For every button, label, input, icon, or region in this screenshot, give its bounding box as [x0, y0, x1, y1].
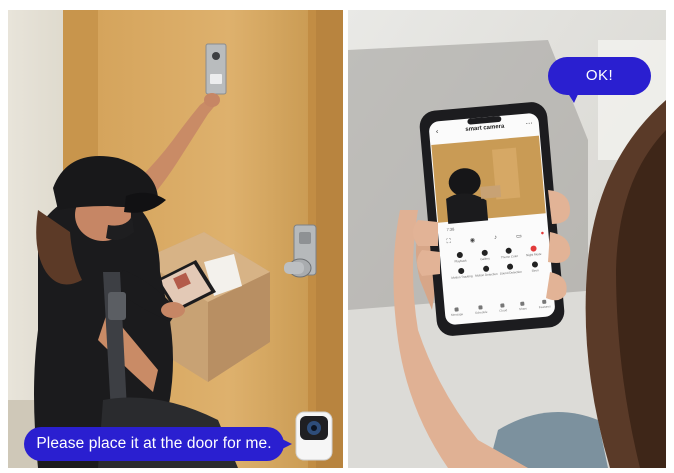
motion-icon — [458, 267, 465, 275]
camera-app-ui: ‹ smart camera ⋯ 7:38 ⛶ ◉ ♪ ▭ ● Playback… — [432, 117, 553, 325]
tab-features[interactable]: Features — [538, 299, 551, 309]
courier-scene — [8, 10, 343, 468]
tab-schedule[interactable]: Schedule — [474, 305, 488, 315]
feature-sound-detection[interactable]: Sound Detection — [498, 263, 523, 276]
resident-bubble-tail — [566, 90, 580, 103]
feed-controls: ⛶ ◉ ♪ ▭ ● — [446, 231, 544, 247]
gallery-icon — [481, 249, 488, 257]
feature-gallery[interactable]: Gallery — [472, 249, 497, 262]
left-photo-courier — [8, 10, 343, 468]
call-icon[interactable]: ● — [540, 231, 544, 238]
courier-speech-bubble: Please place it at the door for me. — [24, 427, 284, 461]
bell-icon[interactable]: ♪ — [494, 235, 498, 242]
message-icon — [454, 307, 459, 312]
photo-collage: ‹ smart camera ⋯ 7:38 ⛶ ◉ ♪ ▭ ● Playback… — [0, 0, 674, 473]
tab-cloud[interactable]: Cloud — [499, 303, 507, 313]
tab-message[interactable]: Message — [450, 307, 463, 317]
doorbell-plate — [205, 43, 227, 95]
features-icon — [542, 299, 547, 305]
feature-siren[interactable]: Siren — [522, 260, 547, 273]
scan-icon[interactable]: ⛶ — [446, 239, 451, 246]
siren-icon — [531, 261, 538, 268]
night-mode-icon — [530, 245, 537, 252]
resident-speech-bubble: OK! — [548, 57, 651, 95]
tab-share[interactable]: Share — [518, 301, 527, 311]
cloud-icon — [500, 303, 505, 308]
camera-icon[interactable]: ◉ — [470, 237, 476, 244]
feed-timestamp: 7:38 — [446, 226, 455, 233]
hand — [204, 93, 220, 107]
feature-grid: Playback Gallery Theme Color Night Mode … — [448, 245, 548, 280]
bottom-tab-bar: Message Schedule Cloud Share Features — [450, 299, 551, 317]
schedule-icon — [478, 305, 483, 310]
sound-icon — [507, 263, 514, 270]
feature-theme-color[interactable]: Theme Color — [496, 247, 521, 260]
courier-bubble-tail — [278, 437, 292, 451]
share-icon — [520, 301, 525, 306]
feature-night-mode[interactable]: Night Mode — [521, 245, 546, 258]
more-options-icon[interactable]: ⋯ — [525, 119, 533, 128]
feature-motion-detection[interactable]: Motion Detection — [473, 265, 498, 278]
record-icon[interactable]: ▭ — [516, 233, 522, 240]
feature-playback[interactable]: Playback — [448, 251, 473, 264]
palette-icon — [505, 247, 513, 254]
feature-motion-tracking[interactable]: Motion Tracking — [449, 267, 474, 280]
doorbell-camera — [212, 52, 220, 60]
security-camera-device — [295, 411, 333, 461]
playback-icon — [456, 251, 464, 259]
detection-icon — [482, 265, 490, 273]
doorbell-button — [210, 74, 222, 84]
